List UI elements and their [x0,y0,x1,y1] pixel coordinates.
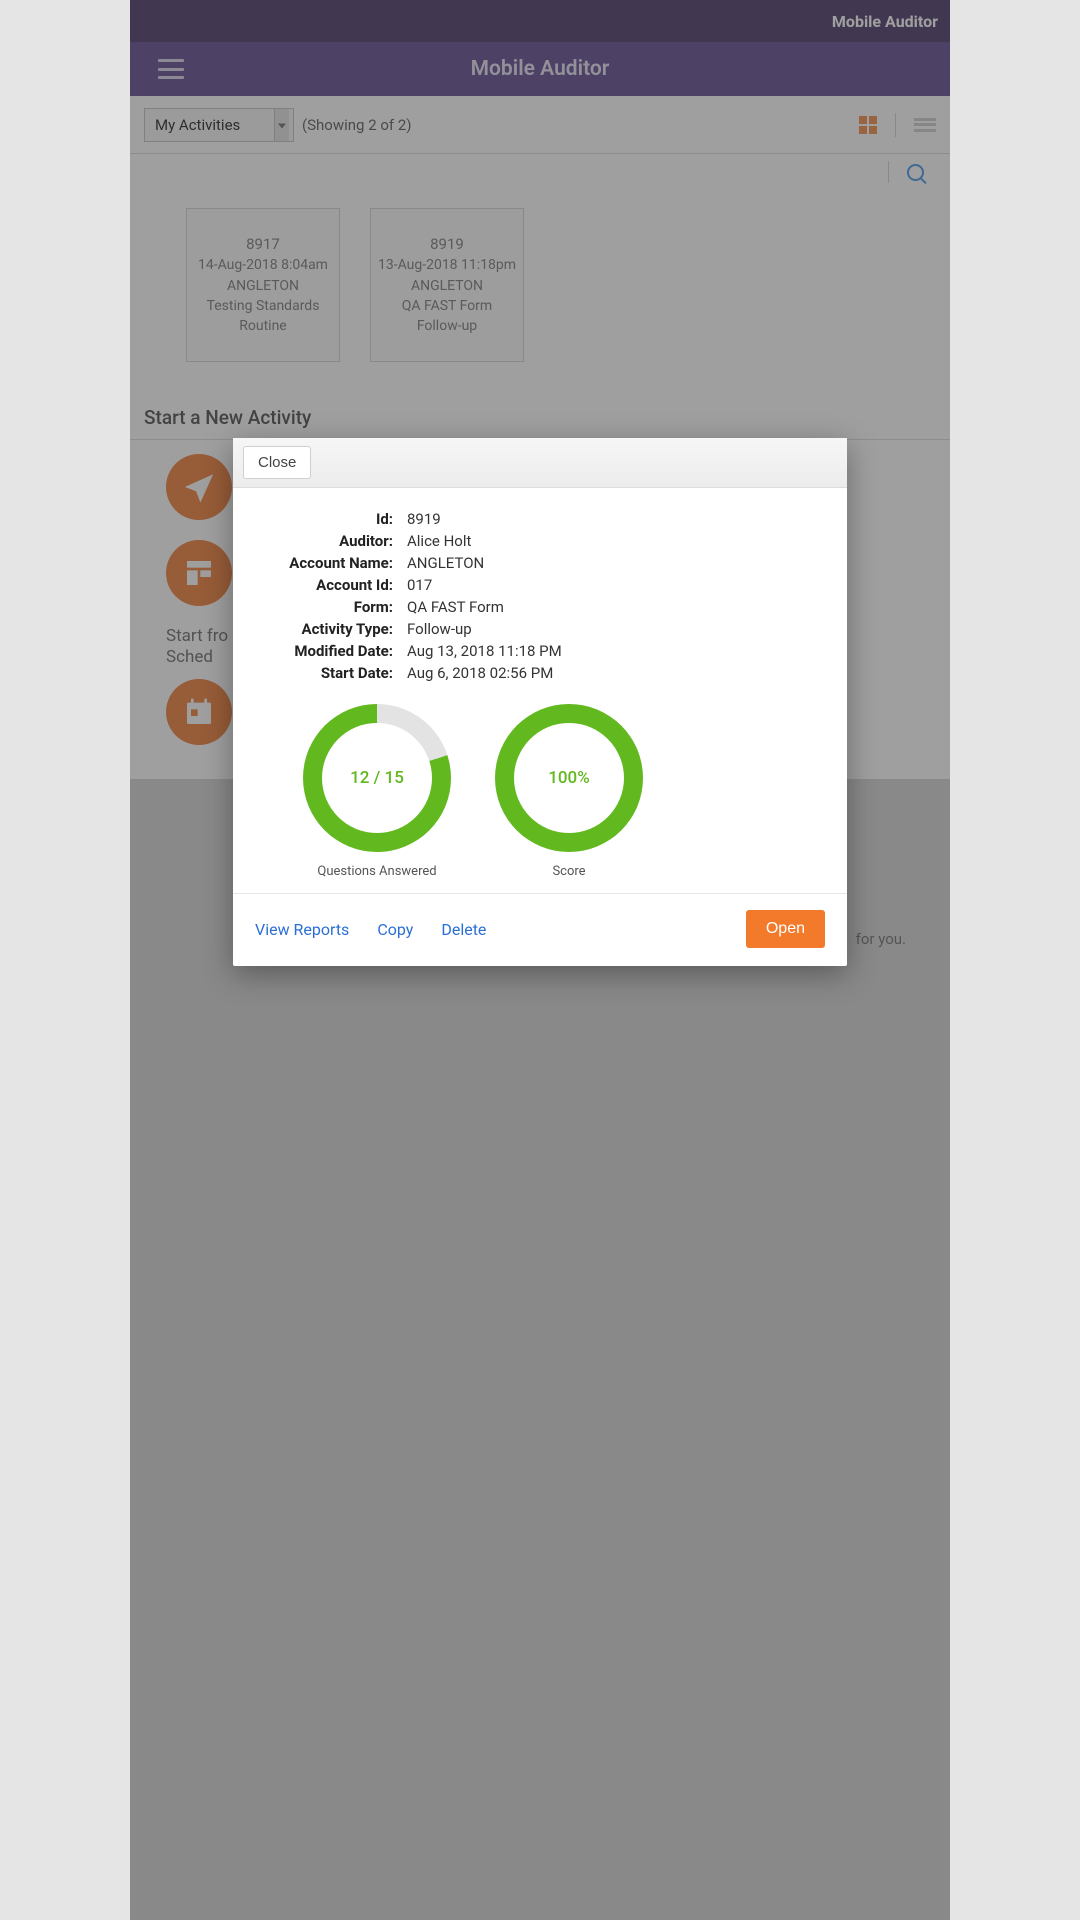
copy-link[interactable]: Copy [377,920,413,939]
donut-label: Questions Answered [317,864,436,879]
view-reports-link[interactable]: View Reports [255,920,349,939]
field-label: Form: [259,598,407,616]
field-value: Alice Holt [407,532,471,550]
field-value: 8919 [407,510,441,528]
activity-detail-modal: Close Id:8919 Auditor:Alice Holt Account… [233,438,847,966]
delete-link[interactable]: Delete [441,920,486,939]
scheduled-suffix: for you. [856,930,906,948]
field-value: Follow-up [407,620,472,638]
field-value: 017 [407,576,432,594]
field-label: Activity Type: [259,620,407,638]
donut-label: Score [552,864,585,879]
field-label: Id: [259,510,407,528]
donut-value: 12 / 15 [322,723,432,833]
donut-value: 100% [514,723,624,833]
modal-header: Close [233,438,847,488]
field-label: Auditor: [259,532,407,550]
close-button[interactable]: Close [243,446,311,479]
field-value: ANGLETON [407,554,484,572]
field-label: Modified Date: [259,642,407,660]
open-button[interactable]: Open [746,910,825,948]
field-label: Start Date: [259,664,407,682]
field-value: QA FAST Form [407,598,504,616]
score-donut: 100% Score [495,704,643,879]
questions-donut: 12 / 15 Questions Answered [303,704,451,879]
field-value: Aug 13, 2018 11:18 PM [407,642,562,660]
field-label: Account Id: [259,576,407,594]
modal-overlay[interactable]: for you. Close Id:8919 Auditor:Alice Hol… [130,0,950,1920]
field-value: Aug 6, 2018 02:56 PM [407,664,553,682]
field-label: Account Name: [259,554,407,572]
